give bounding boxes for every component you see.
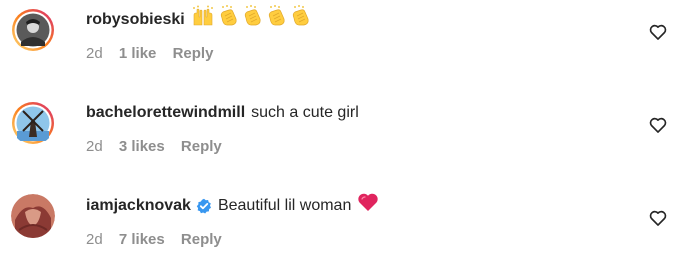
clapping-hands-icon: [217, 5, 241, 35]
heart-outline-icon: [649, 117, 667, 133]
raising-hands-icon: [191, 5, 215, 35]
comment-list: robysobieski 2d 1 like Reply bachelorett…: [0, 0, 680, 270]
comment-meta: 2d 7 likes Reply: [86, 230, 222, 250]
reply-button[interactable]: Reply: [181, 138, 222, 155]
comment-item: robysobieski 2d 1 like Reply: [0, 5, 680, 78]
verified-badge-icon: [196, 198, 212, 214]
reply-button[interactable]: Reply: [181, 231, 222, 248]
comment-meta: 2d 1 like Reply: [86, 44, 213, 64]
avatar[interactable]: [11, 101, 55, 145]
like-button[interactable]: [648, 115, 668, 135]
heart-outline-icon: [649, 24, 667, 40]
likes-count[interactable]: 7 likes: [119, 231, 165, 248]
comment-timestamp: 2d: [86, 231, 103, 248]
username[interactable]: robysobieski: [86, 8, 185, 32]
comment-line: robysobieski: [86, 5, 313, 35]
clapping-hands-icon: [241, 5, 265, 35]
username[interactable]: bachelorettewindmill: [86, 101, 245, 125]
comment-item: iamjacknovak Beautiful lil woman 2d 7 li…: [0, 192, 680, 264]
comment-item: bachelorettewindmill such a cute girl 2d…: [0, 101, 680, 171]
comment-line: iamjacknovak Beautiful lil woman: [86, 192, 379, 220]
comment-meta: 2d 3 likes Reply: [86, 137, 222, 157]
avatar[interactable]: [11, 8, 55, 52]
heart-outline-icon: [649, 210, 667, 226]
comment-text: such a cute girl: [251, 104, 359, 121]
like-button[interactable]: [648, 22, 668, 42]
likes-count[interactable]: 3 likes: [119, 138, 165, 155]
red-heart-icon: [357, 192, 379, 220]
avatar[interactable]: [11, 194, 55, 238]
comment-line: bachelorettewindmill such a cute girl: [86, 101, 359, 125]
comment-text: Beautiful lil woman: [217, 197, 352, 214]
clapping-hands-icon: [289, 5, 313, 35]
username[interactable]: iamjacknovak: [86, 194, 191, 218]
like-button[interactable]: [648, 208, 668, 228]
likes-count[interactable]: 1 like: [119, 45, 157, 62]
comment-timestamp: 2d: [86, 45, 103, 62]
comment-timestamp: 2d: [86, 138, 103, 155]
reply-button[interactable]: Reply: [173, 45, 214, 62]
clapping-hands-icon: [265, 5, 289, 35]
